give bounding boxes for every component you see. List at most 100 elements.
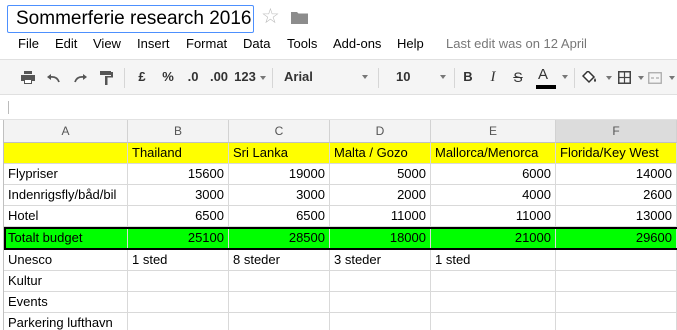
- spreadsheet-grid: A B C D E F Thailand Sri Lanka Malta / G…: [0, 120, 677, 330]
- menu-tools[interactable]: Tools: [287, 36, 317, 51]
- bold-button[interactable]: B: [460, 60, 476, 94]
- last-edit-link[interactable]: Last edit was on 12 April: [446, 36, 587, 51]
- chevron-down-icon: [605, 75, 612, 80]
- menu-format[interactable]: Format: [186, 36, 227, 51]
- chevron-down-icon: [259, 75, 266, 80]
- cell-f3[interactable]: 2600: [556, 185, 677, 206]
- formula-bar[interactable]: [0, 95, 677, 120]
- cell-d8[interactable]: [330, 292, 431, 313]
- cell-a5[interactable]: Totalt budget: [4, 227, 128, 250]
- cell-b6[interactable]: 1 sted: [128, 250, 229, 271]
- cell-d7[interactable]: [330, 271, 431, 292]
- menu-add-ons[interactable]: Add-ons: [333, 36, 381, 51]
- fill-color-button[interactable]: [582, 60, 612, 94]
- cell-e9[interactable]: [431, 313, 556, 330]
- cell-b8[interactable]: [128, 292, 229, 313]
- cell-c5[interactable]: 28500: [229, 227, 330, 250]
- font-size-dropdown[interactable]: 10: [390, 60, 448, 94]
- cell-a6[interactable]: Unesco: [4, 250, 128, 271]
- column-header-e[interactable]: E: [431, 120, 556, 143]
- cell-d2[interactable]: 5000: [330, 164, 431, 185]
- document-title-input[interactable]: Sommerferie research 2016: [7, 5, 254, 33]
- menu-insert[interactable]: Insert: [137, 36, 170, 51]
- cell-b7[interactable]: [128, 271, 229, 292]
- toolbar-divider: [378, 68, 379, 88]
- cell-e3[interactable]: 4000: [431, 185, 556, 206]
- cell-f9[interactable]: [556, 313, 677, 330]
- cell-c1[interactable]: Sri Lanka: [229, 143, 330, 164]
- percent-format-button[interactable]: %: [159, 60, 177, 94]
- column-header-d[interactable]: D: [330, 120, 431, 143]
- cell-a7[interactable]: Kultur: [4, 271, 128, 292]
- cell-f4[interactable]: 13000: [556, 206, 677, 227]
- cell-e4[interactable]: 11000: [431, 206, 556, 227]
- decrease-decimals-button[interactable]: .0: [183, 60, 203, 94]
- more-formats-dropdown[interactable]: 123: [234, 60, 266, 94]
- cell-f5[interactable]: 29600: [556, 227, 677, 250]
- cell-e6[interactable]: 1 sted: [431, 250, 556, 271]
- cell-c3[interactable]: 3000: [229, 185, 330, 206]
- cell-a9[interactable]: Parkering lufthavn: [4, 313, 128, 330]
- strikethrough-button[interactable]: S: [510, 60, 526, 94]
- cell-a3[interactable]: Indenrigsfly/båd/bil: [4, 185, 128, 206]
- paint-bucket-icon: [582, 69, 597, 83]
- cell-b2[interactable]: 15600: [128, 164, 229, 185]
- cell-d6[interactable]: 3 steder: [330, 250, 431, 271]
- borders-button[interactable]: [618, 60, 645, 94]
- cell-a1[interactable]: [4, 143, 128, 164]
- menu-edit[interactable]: Edit: [55, 36, 77, 51]
- cell-e5[interactable]: 21000: [431, 227, 556, 250]
- menu-help[interactable]: Help: [397, 36, 424, 51]
- cell-e2[interactable]: 6000: [431, 164, 556, 185]
- currency-format-button[interactable]: £: [133, 60, 151, 94]
- cell-a8[interactable]: Events: [4, 292, 128, 313]
- cell-f7[interactable]: [556, 271, 677, 292]
- cell-f2[interactable]: 14000: [556, 164, 677, 185]
- italic-button[interactable]: I: [485, 60, 501, 94]
- cell-b5[interactable]: 25100: [128, 227, 229, 250]
- cell-c2[interactable]: 19000: [229, 164, 330, 185]
- title-bar: Sommerferie research 2016 ☆: [0, 0, 677, 34]
- cell-b1[interactable]: Thailand: [128, 143, 229, 164]
- cell-b3[interactable]: 3000: [128, 185, 229, 206]
- cell-b9[interactable]: [128, 313, 229, 330]
- cell-f8[interactable]: [556, 292, 677, 313]
- menu-data[interactable]: Data: [243, 36, 270, 51]
- text-color-button[interactable]: A: [534, 60, 568, 94]
- increase-decimals-button[interactable]: .00: [207, 60, 231, 94]
- cell-a4[interactable]: Hotel: [4, 206, 128, 227]
- folder-icon[interactable]: [291, 11, 308, 24]
- cell-a2[interactable]: Flypriser: [4, 164, 128, 185]
- column-header-a[interactable]: A: [4, 120, 128, 143]
- column-header-f[interactable]: F: [556, 120, 677, 143]
- paint-format-icon: [99, 70, 113, 85]
- menu-file[interactable]: File: [18, 36, 39, 51]
- cell-d1[interactable]: Malta / Gozo: [330, 143, 431, 164]
- paint-format-button[interactable]: [96, 60, 116, 94]
- column-header-c[interactable]: C: [229, 120, 330, 143]
- cell-e1[interactable]: Mallorca/Menorca: [431, 143, 556, 164]
- cell-d4[interactable]: 11000: [330, 206, 431, 227]
- cell-f1[interactable]: Florida/Key West: [556, 143, 677, 164]
- cell-d3[interactable]: 2000: [330, 185, 431, 206]
- cell-d5[interactable]: 18000: [330, 227, 431, 250]
- cell-c6[interactable]: 8 steder: [229, 250, 330, 271]
- cell-b4[interactable]: 6500: [128, 206, 229, 227]
- print-button[interactable]: [18, 60, 38, 94]
- undo-button[interactable]: [44, 60, 64, 94]
- cell-c4[interactable]: 6500: [229, 206, 330, 227]
- cell-c9[interactable]: [229, 313, 330, 330]
- cell-d9[interactable]: [330, 313, 431, 330]
- star-icon[interactable]: ☆: [261, 5, 280, 29]
- cell-e7[interactable]: [431, 271, 556, 292]
- menu-view[interactable]: View: [93, 36, 121, 51]
- redo-button[interactable]: [70, 60, 90, 94]
- font-size-value: 10: [396, 69, 411, 84]
- font-family-dropdown[interactable]: Arial: [280, 60, 372, 94]
- cell-c7[interactable]: [229, 271, 330, 292]
- cell-f6[interactable]: [556, 250, 677, 271]
- merge-cells-button[interactable]: [648, 60, 676, 94]
- column-header-b[interactable]: B: [128, 120, 229, 143]
- cell-e8[interactable]: [431, 292, 556, 313]
- cell-c8[interactable]: [229, 292, 330, 313]
